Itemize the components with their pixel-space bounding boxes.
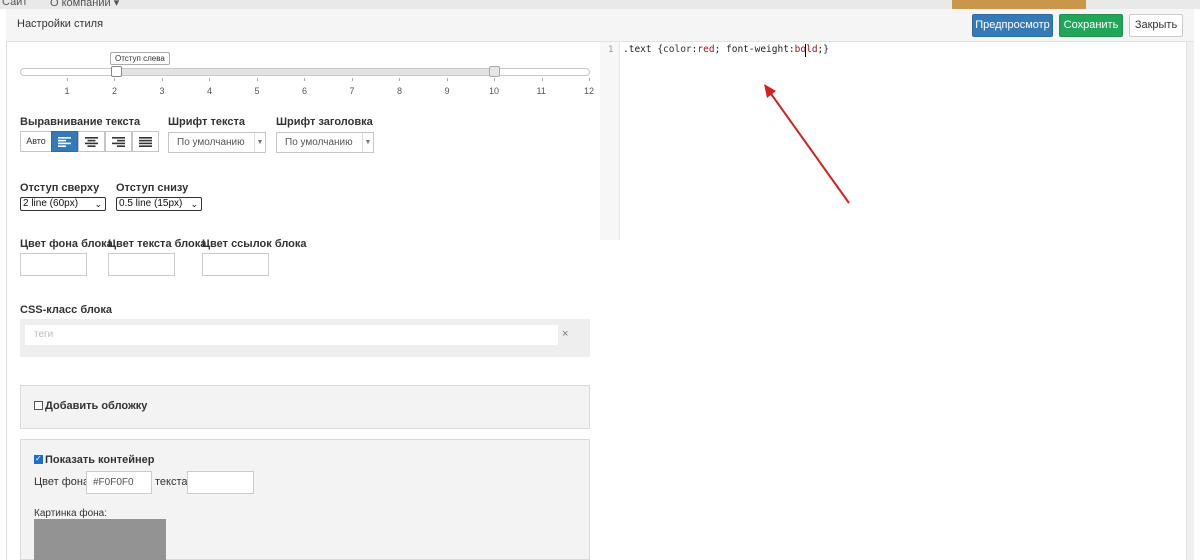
slider-tick bbox=[304, 78, 305, 81]
close-button[interactable]: Закрыть bbox=[1129, 14, 1183, 37]
save-button[interactable]: Сохранить bbox=[1059, 14, 1123, 37]
slider-tick-label: 10 bbox=[489, 86, 500, 96]
font-heading-select[interactable]: По умолчанию ▼ bbox=[276, 132, 374, 153]
background-accent-button bbox=[952, 0, 1086, 9]
slider-tick bbox=[589, 78, 590, 81]
align-center-button[interactable] bbox=[78, 131, 105, 152]
padding-bottom-select[interactable]: 0.5 line (15px) ⌄ bbox=[116, 197, 202, 211]
slider-tick-label: 9 bbox=[444, 86, 450, 96]
container-text-input[interactable] bbox=[187, 471, 254, 494]
font-text-value: По умолчанию bbox=[177, 137, 245, 148]
slider-tick-label: 12 bbox=[584, 86, 595, 96]
slider-tick-label: 3 bbox=[159, 86, 165, 96]
annotation-arrow bbox=[764, 84, 850, 204]
align-justify-button[interactable] bbox=[132, 131, 159, 152]
text-color-label: Цвет текста блока bbox=[108, 238, 207, 250]
editor-gutter bbox=[600, 42, 620, 240]
code-end: ;} bbox=[817, 44, 829, 55]
arrow-head-icon bbox=[764, 84, 776, 98]
slider-tick-label: 8 bbox=[397, 86, 403, 96]
code-value: red bbox=[697, 44, 715, 55]
slider-tick-label: 4 bbox=[207, 86, 213, 96]
slider-tick bbox=[351, 78, 353, 81]
cover-checkbox[interactable] bbox=[34, 401, 43, 410]
bg-color-input[interactable] bbox=[20, 253, 87, 276]
align-center-icon bbox=[85, 137, 98, 147]
padding-top-value: 2 line (60px) bbox=[23, 198, 79, 209]
align-right-icon bbox=[112, 137, 125, 147]
padding-top-label: Отступ сверху bbox=[20, 182, 100, 194]
text-color-input[interactable] bbox=[108, 253, 175, 276]
line-number: 1 bbox=[608, 45, 614, 55]
font-text-select[interactable]: По умолчанию ▼ bbox=[168, 132, 266, 153]
container-text-label: текста: bbox=[155, 476, 191, 488]
align-left-icon bbox=[58, 137, 71, 147]
slider-tick bbox=[66, 78, 68, 81]
nav-item-about[interactable]: О компании ▾ bbox=[50, 0, 119, 9]
link-color-input[interactable] bbox=[202, 253, 269, 276]
padding-bottom-value: 0.5 line (15px) bbox=[119, 198, 183, 209]
slider-tick-label: 2 bbox=[112, 86, 118, 96]
code-value: bold bbox=[794, 44, 818, 55]
slider-tick bbox=[446, 78, 448, 81]
text-caret bbox=[805, 44, 806, 57]
code-prop: ; font-weight bbox=[714, 44, 789, 55]
css-code-editor[interactable]: .text {color:red; font-weight:bold;} bbox=[623, 44, 829, 55]
cover-label: Добавить обложку bbox=[45, 400, 148, 412]
bg-image-label: Картинка фона: bbox=[34, 508, 108, 519]
container-bg-label: Цвет фона: bbox=[34, 476, 93, 488]
modal-scrollbar[interactable] bbox=[1186, 42, 1194, 560]
slider-handle-left[interactable] bbox=[111, 66, 122, 77]
bg-color-label: Цвет фона блока bbox=[20, 238, 113, 250]
container-label: Показать контейнер bbox=[45, 454, 155, 466]
bg-image-preview[interactable] bbox=[34, 519, 166, 560]
align-auto-button[interactable]: Авто bbox=[20, 131, 52, 152]
slider-tick-label: 7 bbox=[349, 86, 355, 96]
slider-tick bbox=[209, 78, 210, 81]
css-class-label: CSS-класс блока bbox=[20, 304, 113, 316]
align-left-button[interactable] bbox=[51, 131, 78, 152]
align-justify-icon bbox=[139, 137, 152, 147]
slider-tick bbox=[256, 78, 258, 81]
chevron-down-icon: ⌄ bbox=[190, 199, 198, 209]
slider-tick bbox=[399, 78, 400, 81]
slider-tooltip: Отступ слева bbox=[110, 52, 170, 65]
font-text-label: Шрифт текста bbox=[168, 116, 245, 128]
slider-tick bbox=[494, 78, 495, 81]
chevron-down-icon: ▼ bbox=[362, 133, 373, 152]
align-right-button[interactable] bbox=[105, 131, 132, 152]
code-prop: color bbox=[663, 44, 692, 55]
font-heading-label: Шрифт заголовка bbox=[276, 116, 373, 128]
container-checkbox[interactable] bbox=[34, 454, 43, 464]
chevron-down-icon: ▼ bbox=[254, 133, 265, 152]
link-color-label: Цвет ссылок блока bbox=[202, 238, 307, 250]
slider-handle-right[interactable] bbox=[489, 66, 500, 77]
font-heading-value: По умолчанию bbox=[285, 137, 353, 148]
preview-button[interactable]: Предпросмотр bbox=[972, 14, 1053, 37]
nav-item-site[interactable]: Сайт bbox=[2, 0, 27, 8]
slider-tick bbox=[161, 78, 163, 81]
chevron-down-icon: ⌄ bbox=[94, 199, 102, 209]
slider-tick bbox=[541, 78, 543, 81]
slider-tick bbox=[114, 78, 115, 81]
code-selector: .text { bbox=[623, 44, 664, 55]
container-bg-input[interactable]: #F0F0F0 bbox=[86, 471, 152, 494]
modal-title: Настройки стиля bbox=[17, 18, 104, 30]
slider-tick-label: 11 bbox=[536, 86, 546, 96]
padding-bottom-label: Отступ снизу bbox=[116, 182, 189, 194]
clear-icon[interactable]: × bbox=[562, 328, 568, 340]
slider-tick-label: 5 bbox=[254, 86, 260, 96]
slider-selected-range bbox=[116, 69, 495, 75]
arrow-line bbox=[768, 90, 850, 204]
text-align-label: Выравнивание текста bbox=[20, 116, 141, 128]
padding-top-select[interactable]: 2 line (60px) ⌄ bbox=[20, 197, 106, 211]
slider-tick-label: 1 bbox=[64, 86, 70, 96]
slider-tick-label: 6 bbox=[302, 86, 308, 96]
css-class-input[interactable]: теги bbox=[25, 325, 558, 345]
